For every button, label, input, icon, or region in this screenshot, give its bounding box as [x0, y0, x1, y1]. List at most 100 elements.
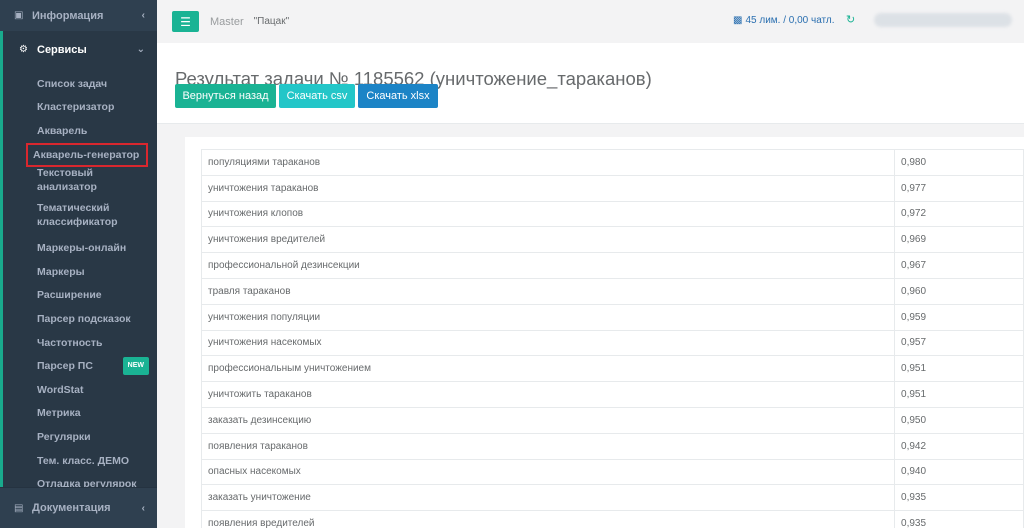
- score-cell: 0,940: [894, 458, 1024, 486]
- table-row: уничтожения популяции 0,959: [200, 303, 1024, 331]
- sidebar-item[interactable]: Акварель: [3, 119, 157, 143]
- sidebar-item-label: Тематический классификатор: [37, 202, 118, 229]
- sidebar-item-label: Список задач: [37, 77, 108, 90]
- sidebar-item-label: Маркеры-онлайн: [37, 242, 127, 255]
- limits-text: 45 лим. / 0,00 чатл.: [745, 15, 835, 26]
- download-csv-button[interactable]: Скачать csv: [279, 84, 355, 108]
- cogs-icon: ⚙: [19, 44, 28, 55]
- sidebar-item-label: Частотность: [37, 336, 103, 349]
- download-xlsx-button[interactable]: Скачать xlsx: [358, 84, 438, 108]
- keyword-cell: заказать уничтожение: [200, 484, 896, 512]
- sidebar-item-label: Информация: [32, 9, 104, 22]
- keyword-cell: профессиональным уничтожением: [200, 355, 896, 383]
- sidebar-item-information[interactable]: ▣ Информация ‹: [0, 0, 157, 31]
- sidebar-item-label: Акварель-генератор: [26, 142, 148, 167]
- table-row: заказать уничтожение 0,935: [200, 484, 1024, 512]
- table-row: опасных насекомых 0,940: [200, 458, 1024, 486]
- keyword-cell: опасных насекомых: [200, 458, 896, 486]
- sidebar-item[interactable]: Текстовый анализатор: [3, 166, 157, 194]
- table-row: появления вредителей 0,935: [200, 510, 1024, 528]
- sidebar-item[interactable]: Маркеры: [3, 260, 157, 284]
- sidebar-item-label: Текстовый анализатор: [37, 167, 97, 194]
- results-panel: популяциями тараканов 0,980 уничтожения та…: [185, 137, 1024, 528]
- sidebar-item[interactable]: Акварель-генератор: [3, 142, 157, 167]
- master-label: Master: [210, 15, 244, 28]
- sidebar-item[interactable]: WordStat: [3, 378, 157, 402]
- sidebar-item[interactable]: Частотность: [3, 331, 157, 355]
- score-cell: 0,960: [894, 277, 1024, 305]
- refresh-icon[interactable]: ↻: [846, 13, 855, 26]
- table-row: уничтожения насекомых 0,957: [200, 329, 1024, 357]
- table-row: уничтожения клопов 0,972: [200, 200, 1024, 228]
- sidebar-item-label: Документация: [32, 502, 111, 514]
- table-row: профессиональной дезинсекции 0,967: [200, 252, 1024, 279]
- results-table: популяциями тараканов 0,980 уничтожения та…: [200, 149, 1024, 528]
- project-name[interactable]: "Пацак": [254, 16, 290, 27]
- page-heading: Результат задачи № 1185562 (уничтожение_…: [157, 43, 1024, 124]
- score-cell: 0,942: [894, 432, 1024, 460]
- table-row: уничтожения вредителей 0,969: [200, 226, 1024, 254]
- score-cell: 0,951: [894, 381, 1024, 408]
- money-icon: ▩: [733, 15, 743, 26]
- user-email-blurred[interactable]: [874, 13, 1012, 27]
- score-cell: 0,935: [894, 484, 1024, 512]
- keyword-cell: травля тараканов: [200, 277, 896, 305]
- table-row: заказать дезинсекцию 0,950: [200, 406, 1024, 434]
- sidebar-section-label: Сервисы: [37, 43, 87, 56]
- score-cell: 0,972: [894, 200, 1024, 228]
- menu-toggle-button[interactable]: ☰: [172, 11, 199, 32]
- sidebar-item[interactable]: Расширение: [3, 284, 157, 308]
- sidebar-item-label: Тем. класс. ДЕМО: [37, 454, 129, 467]
- sidebar-submenu: Список задач Кластеризатор Акварель Акварел…: [0, 68, 157, 515]
- score-cell: 0,977: [894, 174, 1024, 202]
- sidebar: ▣ Информация ‹ ⚙ Сервисы ⌄ Список задач К…: [0, 0, 157, 528]
- keyword-cell: заказать дезинсекцию: [200, 406, 896, 434]
- sidebar-item[interactable]: Парсер подсказок: [3, 307, 157, 331]
- table-row: профессиональным уничтожением 0,951: [200, 355, 1024, 383]
- hamburger-icon: ☰: [180, 14, 191, 29]
- keyword-cell: уничтожения клопов: [200, 200, 896, 228]
- keyword-cell: появления вредителей: [200, 510, 896, 528]
- back-button[interactable]: Вернуться назад: [175, 84, 276, 108]
- score-cell: 0,980: [894, 149, 1024, 176]
- score-cell: 0,951: [894, 355, 1024, 383]
- table-row: популяциями тараканов 0,980: [200, 149, 1024, 176]
- sidebar-item[interactable]: Парсер ПС NEW: [3, 354, 157, 378]
- sidebar-item-label: Акварель: [37, 124, 88, 137]
- sidebar-item[interactable]: Маркеры-онлайн: [3, 236, 157, 260]
- sidebar-item[interactable]: Список задач: [3, 72, 157, 96]
- sidebar-item-label: Парсер ПС: [37, 360, 93, 373]
- top-navbar: ☰ Master "Пацак" ▩ 45 лим. / 0,00 чатл. …: [157, 0, 1024, 44]
- score-cell: 0,935: [894, 510, 1024, 528]
- chevron-down-icon: ⌄: [136, 44, 145, 55]
- sidebar-item-label: Расширение: [37, 289, 102, 302]
- briefcase-icon: ▣: [14, 10, 24, 21]
- keyword-cell: уничтожения популяции: [200, 303, 896, 331]
- keyword-cell: профессиональной дезинсекции: [200, 252, 896, 279]
- limits-display: ▩ 45 лим. / 0,00 чатл.: [733, 15, 835, 26]
- keyword-cell: уничтожения вредителей: [200, 226, 896, 254]
- sidebar-item[interactable]: Кластеризатор: [3, 96, 157, 120]
- score-cell: 0,959: [894, 303, 1024, 331]
- sidebar-item[interactable]: Тематический классификатор: [3, 194, 157, 236]
- chevron-left-icon: ‹: [141, 502, 145, 514]
- sidebar-item[interactable]: Метрика: [3, 402, 157, 426]
- score-cell: 0,969: [894, 226, 1024, 254]
- chevron-left-icon: ‹: [141, 10, 145, 21]
- new-badge: NEW: [122, 357, 149, 376]
- table-row: травля тараканов 0,960: [200, 277, 1024, 305]
- sidebar-section-services[interactable]: ⚙ Сервисы ⌄: [0, 31, 157, 68]
- keyword-cell: уничтожить тараканов: [200, 381, 896, 408]
- sidebar-item-label: Кластеризатор: [37, 101, 115, 114]
- keyword-cell: появления тараканов: [200, 432, 896, 460]
- sidebar-item[interactable]: Тем. класс. ДЕМО: [3, 449, 157, 473]
- keyword-cell: уничтожения тараканов: [200, 174, 896, 202]
- table-row: уничтожения тараканов 0,977: [200, 174, 1024, 202]
- sidebar-item-label: Парсер подсказок: [37, 312, 131, 325]
- sidebar-item[interactable]: Регулярки: [3, 425, 157, 449]
- score-cell: 0,967: [894, 252, 1024, 279]
- sidebar-item-label: Маркеры: [37, 265, 85, 278]
- table-row: появления тараканов 0,942: [200, 432, 1024, 460]
- sidebar-item-documentation[interactable]: ▤ Документация ‹: [0, 487, 157, 528]
- keyword-cell: уничтожения насекомых: [200, 329, 896, 357]
